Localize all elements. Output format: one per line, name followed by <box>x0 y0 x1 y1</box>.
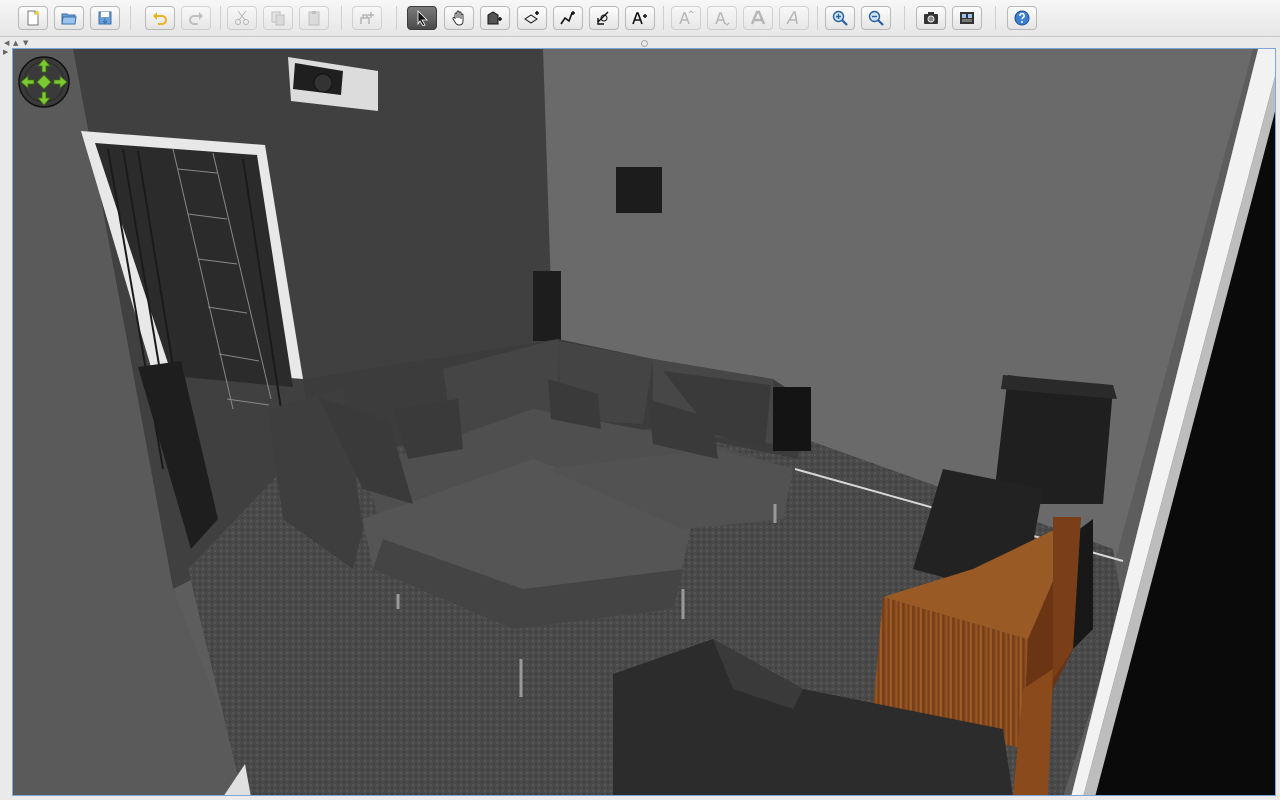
cut-icon <box>235 10 249 25</box>
video-icon <box>960 12 974 24</box>
wall-speaker <box>616 167 662 213</box>
paste-button[interactable] <box>299 6 329 30</box>
open-folder-icon <box>61 13 77 25</box>
create-photo-button[interactable] <box>916 6 946 30</box>
create-walls-button[interactable] <box>480 6 510 30</box>
zoom-out-icon <box>868 10 884 26</box>
paste-icon <box>308 11 320 26</box>
create-polylines-icon <box>560 11 575 25</box>
copy-icon <box>271 11 285 26</box>
save-icon <box>98 11 112 25</box>
italic-text-icon <box>786 11 798 25</box>
zoom-in-button[interactable] <box>825 6 855 30</box>
undo-button[interactable] <box>145 6 175 30</box>
navigation-arrows-icon[interactable] <box>17 55 71 109</box>
expand-down-arrow-icon[interactable]: ▼ <box>23 39 28 47</box>
cut-button[interactable] <box>227 6 257 30</box>
3d-scene <box>13 49 1275 795</box>
help-icon <box>1014 10 1030 26</box>
zoom-in-icon <box>832 10 848 26</box>
help-button[interactable] <box>1007 6 1037 30</box>
increase-text-size-button[interactable] <box>671 6 701 30</box>
expand-right-arrow-icon[interactable]: ▶ <box>3 48 8 56</box>
new-file-icon <box>27 10 39 26</box>
copy-button[interactable] <box>263 6 293 30</box>
camera-icon <box>924 12 938 24</box>
add-furniture-icon <box>360 12 374 24</box>
add-text-button[interactable] <box>625 6 655 30</box>
save-button[interactable] <box>90 6 120 30</box>
decrease-text-size-button[interactable] <box>707 6 737 30</box>
increase-text-icon <box>679 10 694 25</box>
collapse-up-arrow-icon[interactable]: ▲ <box>13 39 18 47</box>
divider-grip-icon[interactable] <box>641 40 648 47</box>
italic-text-button[interactable] <box>779 6 809 30</box>
create-polylines-button[interactable] <box>553 6 583 30</box>
redo-button[interactable] <box>181 6 211 30</box>
collapse-left-arrow-icon[interactable]: ◀ <box>4 39 9 47</box>
select-mode-button[interactable] <box>407 6 437 30</box>
decrease-text-icon <box>715 12 730 26</box>
main-toolbar <box>0 0 1280 37</box>
split-pane-divider[interactable]: ◀ ▲ ▼ <box>0 37 1280 48</box>
add-text-icon <box>632 12 647 25</box>
create-dimensions-icon <box>597 11 609 25</box>
bold-text-button[interactable] <box>743 6 773 30</box>
create-rooms-button[interactable] <box>517 6 547 30</box>
zoom-out-button[interactable] <box>861 6 891 30</box>
create-walls-icon <box>487 11 502 25</box>
navigation-control[interactable] <box>17 55 71 109</box>
hand-icon <box>452 10 464 26</box>
redo-icon <box>189 12 203 25</box>
left-divider[interactable]: ▶ <box>0 48 12 800</box>
create-dimensions-button[interactable] <box>589 6 619 30</box>
undo-icon <box>153 12 167 25</box>
bold-text-icon <box>750 10 766 25</box>
add-furniture-button[interactable] <box>352 6 382 30</box>
create-video-button[interactable] <box>952 6 982 30</box>
new-home-button[interactable] <box>18 6 48 30</box>
3d-view[interactable] <box>12 48 1276 796</box>
pan-mode-button[interactable] <box>444 6 474 30</box>
pointer-icon <box>417 10 428 26</box>
create-rooms-icon <box>524 11 539 24</box>
open-button[interactable] <box>54 6 84 30</box>
